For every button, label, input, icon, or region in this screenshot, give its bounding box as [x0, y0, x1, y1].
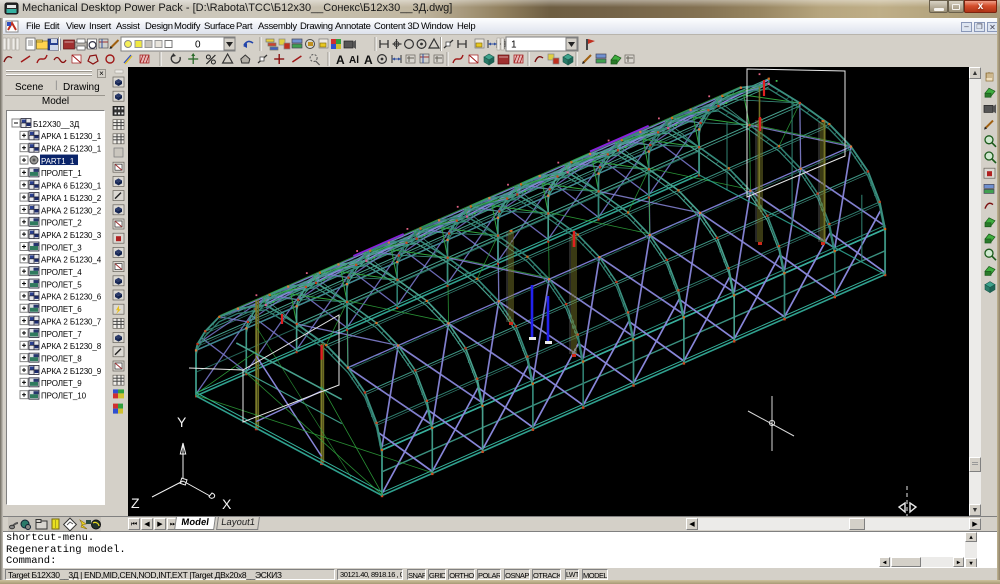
- svg-text:0: 0: [195, 40, 201, 51]
- svg-text:A: A: [364, 53, 373, 67]
- svg-text:ПРОЛЕТ_3: ПРОЛЕТ_3: [41, 243, 82, 252]
- svg-text:Y: Y: [177, 414, 187, 430]
- svg-text:АРКА 2 Б1230_9: АРКА 2 Б1230_9: [41, 367, 102, 376]
- svg-text:АРКА 1 Б1230_2: АРКА 1 Б1230_2: [41, 194, 102, 203]
- svg-text:PART1_1: PART1_1: [41, 157, 75, 166]
- svg-text:ПРОЛЕТ_8: ПРОЛЕТ_8: [41, 354, 82, 363]
- svg-text:ПРОЛЕТ_7: ПРОЛЕТ_7: [41, 330, 82, 339]
- svg-text:ПРОЛЕТ_10: ПРОЛЕТ_10: [41, 392, 87, 401]
- svg-text:ПРОЛЕТ_6: ПРОЛЕТ_6: [41, 305, 82, 314]
- svg-text:АРКА 6 Б1230_1: АРКА 6 Б1230_1: [41, 182, 102, 191]
- svg-text:АРКА 2 Б1230_8: АРКА 2 Б1230_8: [41, 342, 102, 351]
- svg-text:АРКА 2 Б1230_3: АРКА 2 Б1230_3: [41, 231, 102, 240]
- svg-text:АРКА 2 Б1230_7: АРКА 2 Б1230_7: [41, 317, 102, 326]
- svg-text:ПРОЛЕТ_5: ПРОЛЕТ_5: [41, 280, 82, 289]
- svg-text:АРКА 1 Б1230_1: АРКА 1 Б1230_1: [41, 132, 102, 141]
- svg-text:Z: Z: [131, 495, 140, 511]
- svg-text:АРКА 2 Б1230_6: АРКА 2 Б1230_6: [41, 293, 102, 302]
- svg-text:АРКА 2 Б1230_4: АРКА 2 Б1230_4: [41, 256, 102, 265]
- svg-text:ПРОЛЕТ_2: ПРОЛЕТ_2: [41, 219, 82, 228]
- svg-text:Б12Х30__3Д: Б12Х30__3Д: [33, 120, 80, 129]
- svg-text:A: A: [336, 53, 345, 67]
- svg-text:1: 1: [511, 40, 517, 51]
- svg-text:ПРОЛЕТ_4: ПРОЛЕТ_4: [41, 268, 82, 277]
- svg-text:АРКА 2 Б1230_2: АРКА 2 Б1230_2: [41, 206, 102, 215]
- svg-text:X: X: [222, 496, 232, 512]
- svg-text:Al: Al: [349, 55, 359, 66]
- svg-text:ПРОЛЕТ_9: ПРОЛЕТ_9: [41, 379, 82, 388]
- svg-text:АРКА 2 Б1230_1: АРКА 2 Б1230_1: [41, 145, 102, 154]
- svg-text:ПРОЛЕТ_1: ПРОЛЕТ_1: [41, 169, 82, 178]
